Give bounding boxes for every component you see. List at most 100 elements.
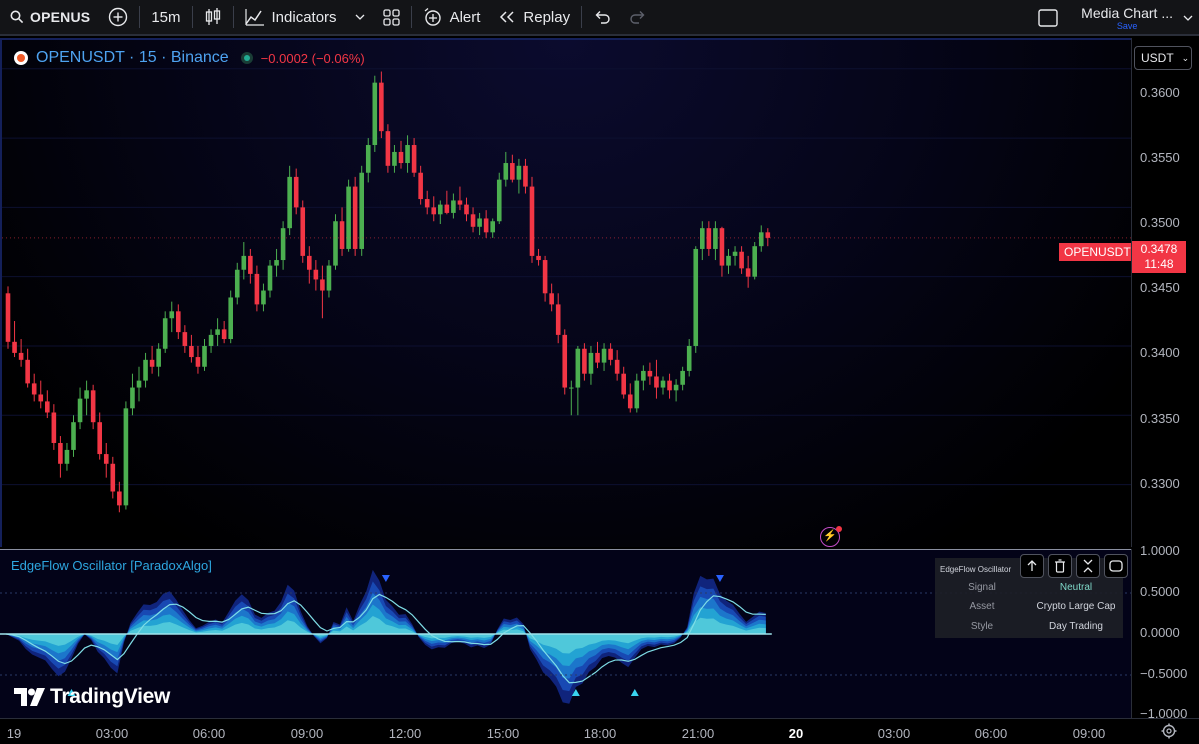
interval-button[interactable]: 15m <box>142 0 189 35</box>
candle-body <box>136 380 142 388</box>
oscillator-axis[interactable]: 1.0000 0.5000 0.0000 −0.5000 −1.0000 <box>1131 543 1199 721</box>
layout-title-button[interactable]: Media Chart ... Save <box>1081 6 1173 31</box>
candle <box>169 301 175 333</box>
candle-body <box>739 251 744 269</box>
candle <box>77 387 83 430</box>
candle-body <box>536 255 541 261</box>
lightning-icon[interactable]: ⚡ <box>820 526 842 547</box>
candle-body <box>411 145 417 173</box>
symbol-search-button[interactable]: OPENUS <box>0 0 99 35</box>
price-pane[interactable]: OPENUSDT · 15 · Binance −0.0002 (−0.06%)… <box>0 38 1136 547</box>
candle-body <box>143 359 148 381</box>
layout-menu-button[interactable] <box>1181 0 1199 36</box>
candle <box>536 248 541 266</box>
candle-body <box>582 348 587 374</box>
fullscreen-button[interactable] <box>1029 0 1067 36</box>
candle <box>274 248 279 277</box>
candle <box>372 75 378 152</box>
price-axis[interactable]: USDT ⌄ 0.3600 0.3550 0.3500 0.3450 0.340… <box>1131 38 1199 547</box>
oscillator-title[interactable]: EdgeFlow Oscillator [ParadoxAlgo] <box>11 558 212 573</box>
time-axis[interactable]: 19 03:00 06:00 09:00 12:00 15:00 18:00 2… <box>0 718 1199 744</box>
candle-body <box>254 273 260 305</box>
candle <box>182 325 188 353</box>
alert-button[interactable]: Alert <box>414 0 490 35</box>
candle-body <box>156 348 161 367</box>
delete-pane-button[interactable] <box>1048 554 1072 578</box>
candle-body <box>379 82 384 132</box>
candle-body <box>451 200 456 213</box>
candle-body <box>424 199 430 208</box>
collapse-pane-button[interactable] <box>1076 554 1100 578</box>
candle-body <box>365 145 371 173</box>
candle-body <box>221 329 227 340</box>
candle-body <box>267 265 273 291</box>
candle-body <box>346 186 351 249</box>
legend-change: −0.0002 (−0.06%) <box>260 50 365 66</box>
candle-body <box>765 232 771 238</box>
candle <box>385 124 391 173</box>
candle-body <box>176 311 181 333</box>
candle-body <box>208 334 214 346</box>
indicator-templates-button[interactable] <box>346 0 374 35</box>
toolbar-divider <box>581 6 583 28</box>
candle <box>156 343 161 377</box>
currency-select[interactable]: USDT ⌄ <box>1134 46 1192 70</box>
candle <box>464 197 469 222</box>
replay-label: Replay <box>523 8 571 26</box>
replay-button[interactable]: Replay <box>489 0 579 35</box>
candle-body <box>25 359 30 384</box>
candle-body <box>313 269 319 280</box>
candle-body <box>58 442 63 464</box>
candle <box>451 193 456 219</box>
last-price: 0.3478 <box>1140 242 1178 256</box>
price-tick: 0.3350 <box>1140 411 1180 426</box>
indicators-button[interactable]: Indicators <box>236 0 346 35</box>
candle-body <box>470 214 476 227</box>
candle <box>621 366 626 399</box>
undo-button[interactable] <box>584 0 620 35</box>
candle-body <box>713 228 718 249</box>
chart-settings-button[interactable] <box>1161 723 1177 744</box>
candle-body <box>228 297 233 340</box>
candle <box>130 373 135 416</box>
candle <box>510 154 515 183</box>
candle <box>38 380 44 409</box>
chevron-down-icon: ⌄ <box>1181 52 1190 63</box>
candle <box>110 456 116 499</box>
oscillator-pane[interactable]: EdgeFlow Oscillator [ParadoxAlgo] Tradin… <box>0 549 1131 719</box>
candle <box>634 373 640 413</box>
candle <box>208 329 214 353</box>
compare-symbol-button[interactable] <box>99 0 137 35</box>
redo-button[interactable] <box>620 0 656 35</box>
time-tick: 03:00 <box>95 726 129 741</box>
candle <box>234 262 240 305</box>
row-key: Signal <box>968 581 996 593</box>
candle-body <box>248 255 253 274</box>
candle <box>700 221 705 261</box>
osc-tick: 0.5000 <box>1140 584 1180 599</box>
candle-body <box>752 246 757 277</box>
candle-body <box>261 290 266 305</box>
candle <box>719 226 725 277</box>
row-value: Day Trading <box>1049 620 1103 632</box>
candle-body <box>555 304 561 335</box>
candle-body <box>693 248 699 346</box>
series-legend: OPENUSDT · 15 · Binance −0.0002 (−0.06%) <box>14 49 365 67</box>
candle <box>765 228 771 247</box>
maximize-icon <box>1109 560 1123 572</box>
candle-body <box>477 218 482 227</box>
maximize-pane-button[interactable] <box>1104 554 1128 578</box>
layout-grid-button[interactable] <box>374 0 409 35</box>
candle <box>713 221 718 261</box>
candle-body <box>162 318 168 349</box>
candle <box>18 339 24 367</box>
candle-body <box>483 218 489 233</box>
candle-body <box>457 200 463 205</box>
candle <box>686 339 692 377</box>
move-pane-up-button[interactable] <box>1020 554 1044 578</box>
legend-symbol[interactable]: OPENUSDT · 15 · Binance <box>36 49 229 67</box>
chart-type-button[interactable] <box>195 0 231 35</box>
price-tick: 0.3450 <box>1140 280 1180 295</box>
candle-body <box>385 131 391 166</box>
candle <box>346 179 351 252</box>
